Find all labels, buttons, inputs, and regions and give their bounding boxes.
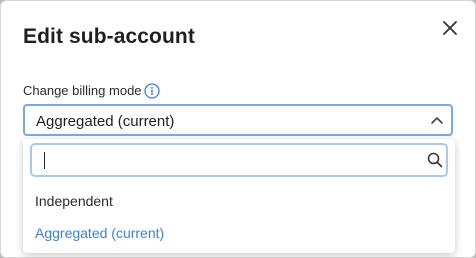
billing-mode-label: Change billing mode — [23, 83, 142, 98]
dialog-title: Edit sub-account — [23, 25, 195, 48]
search-input[interactable] — [42, 149, 412, 171]
close-button[interactable] — [439, 17, 461, 39]
search-icon[interactable] — [427, 152, 443, 168]
option-label: Independent — [35, 193, 113, 209]
option-independent[interactable]: Independent — [23, 186, 455, 216]
billing-mode-select[interactable]: Aggregated (current) — [23, 104, 453, 136]
chevron-up-icon — [431, 117, 443, 124]
text-caret — [44, 152, 45, 169]
select-current-value: Aggregated (current) — [36, 113, 175, 130]
info-icon[interactable] — [144, 83, 160, 99]
close-icon — [443, 21, 457, 35]
option-aggregated[interactable]: Aggregated (current) — [23, 218, 455, 248]
edit-sub-account-dialog: Edit sub-account Change billing mode Agg… — [0, 0, 476, 258]
option-label: Aggregated (current) — [35, 225, 165, 241]
billing-mode-dropdown: Independent Aggregated (current) — [23, 139, 455, 253]
dropdown-search — [30, 143, 448, 177]
